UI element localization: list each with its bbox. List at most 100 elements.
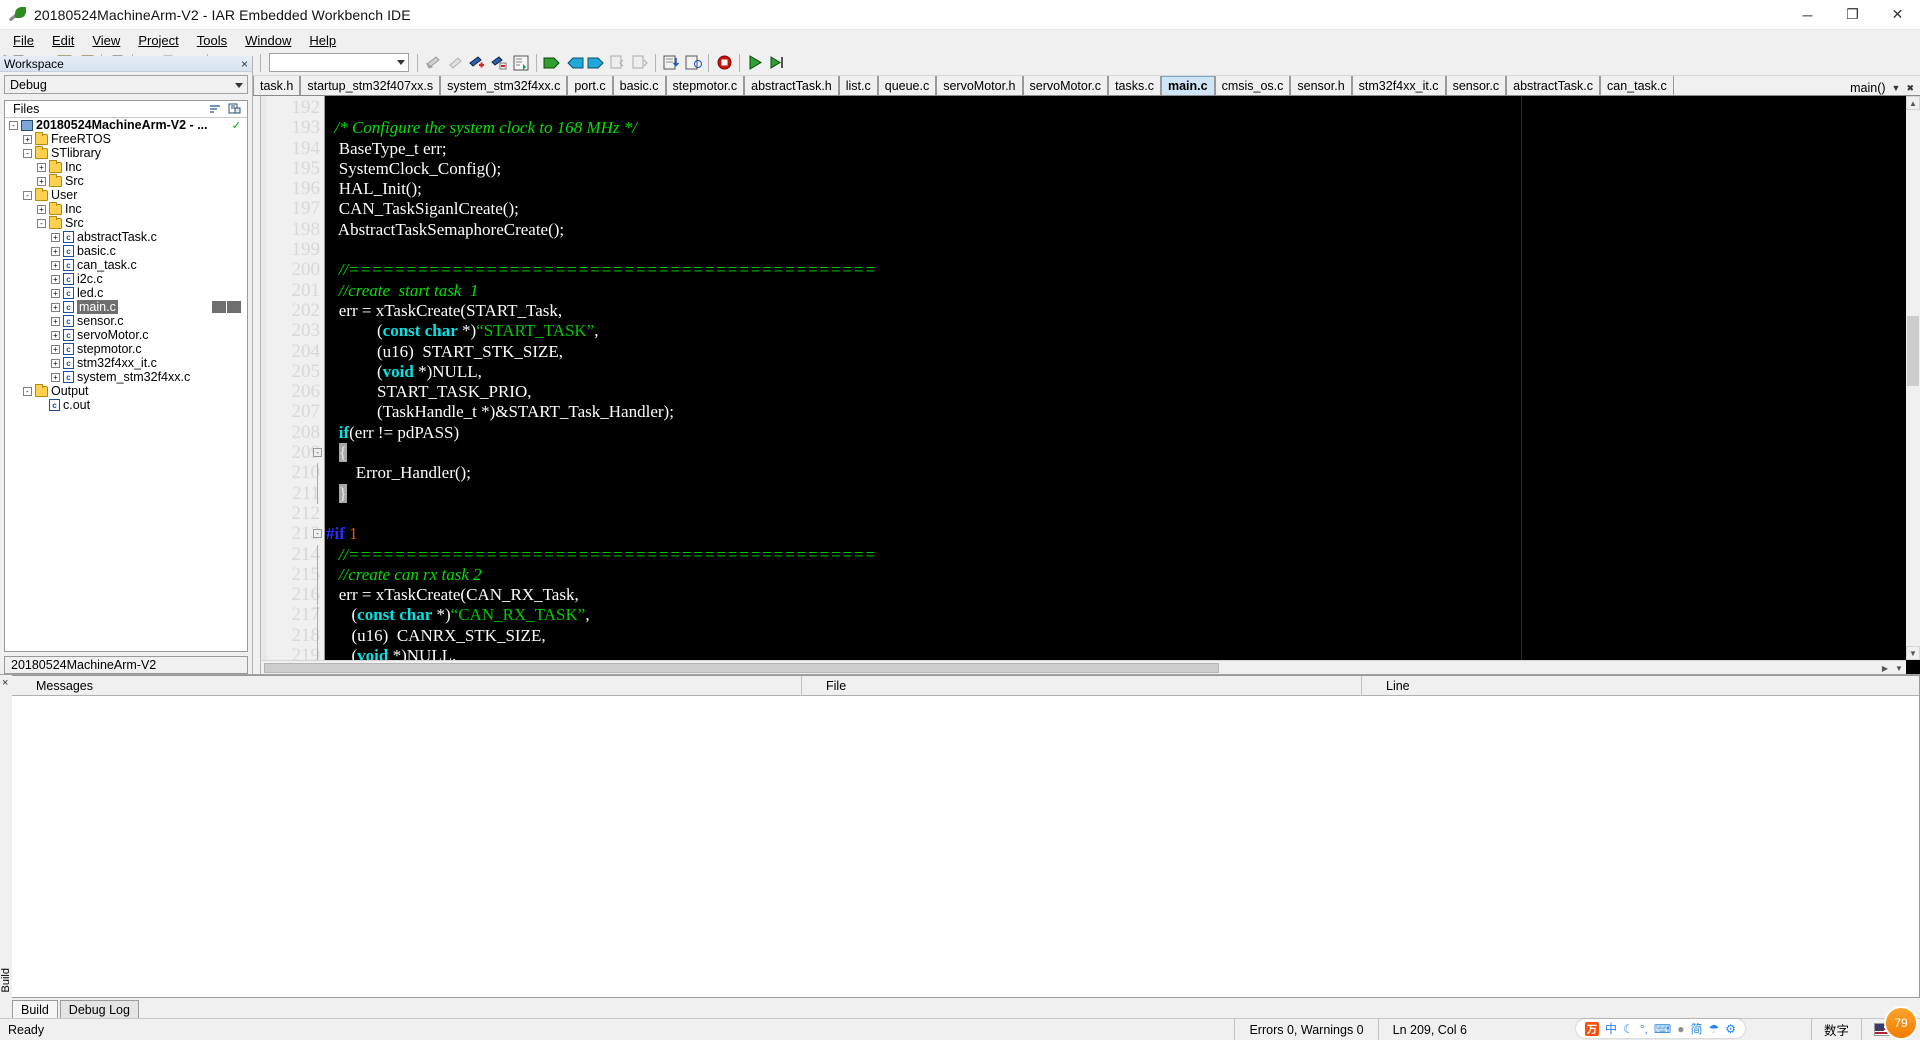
close-icon[interactable]: ✖ <box>1906 83 1914 94</box>
expand-toggle-icon[interactable]: + <box>51 232 60 242</box>
simplified-chinese-icon[interactable]: 简 <box>1690 1020 1702 1037</box>
tree-item-inc[interactable]: + Inc <box>5 159 247 174</box>
column-header-line[interactable]: Line <box>1362 676 1522 696</box>
chevron-down-icon[interactable] <box>397 60 405 65</box>
navigate-backward-icon[interactable] <box>563 52 585 74</box>
expand-toggle-icon[interactable]: + <box>23 134 32 144</box>
menu-edit[interactable]: Edit <box>43 31 83 50</box>
editor-tab-tasks-c[interactable]: tasks.c <box>1108 76 1161 95</box>
fold-collapse-icon[interactable]: - <box>313 529 322 539</box>
close-icon[interactable]: × <box>241 57 248 71</box>
make-icon[interactable] <box>541 52 563 74</box>
editor-tab-servomotor-h[interactable]: servoMotor.h <box>936 76 1023 95</box>
menu-view[interactable]: View <box>83 31 129 50</box>
editor-tab-stepmotor-c[interactable]: stepmotor.c <box>665 76 745 95</box>
moon-icon[interactable]: ☾ <box>1623 1022 1634 1036</box>
menu-project[interactable]: Project <box>129 31 187 50</box>
tree-item-abstracttask-c[interactable]: + c abstractTask.c <box>5 230 247 244</box>
project-tree[interactable]: Files - 20180524MachineArm-V2 - ... ✓ + Free… <box>4 100 248 652</box>
tree-item-inc[interactable]: + Inc <box>5 201 247 216</box>
tree-item-i2c-c[interactable]: + c i2c.c <box>5 272 247 286</box>
scroll-up-icon[interactable]: ▲ <box>1906 96 1920 110</box>
tree-item-stepmotor-c[interactable]: + c stepmotor.c <box>5 342 247 356</box>
punctuation-icon[interactable]: °, <box>1640 1022 1648 1036</box>
column-header-file[interactable]: File <box>802 675 1362 696</box>
menu-file[interactable]: File <box>4 31 43 50</box>
expand-toggle-icon[interactable]: + <box>51 358 60 368</box>
chevron-down-icon[interactable] <box>235 83 243 88</box>
tree-item-output[interactable]: - Output <box>5 383 247 398</box>
skin-icon[interactable]: ☂ <box>1708 1022 1719 1036</box>
horizontal-scroll-thumb[interactable] <box>264 663 1219 673</box>
chevron-down-icon[interactable]: ▼ <box>1892 83 1901 93</box>
fold-collapse-icon[interactable]: - <box>313 448 322 458</box>
editor-horizontal-scrollbar[interactable]: ◀ ▶ ▼ <box>261 660 1906 674</box>
tree-item-20180524machinearm-v2-[interactable]: - 20180524MachineArm-V2 - ... ✓ <box>5 118 247 132</box>
collapse-toggle-icon[interactable]: - <box>23 190 32 200</box>
tree-item-c-out[interactable]: c c.out <box>5 398 247 412</box>
ime-language-bar[interactable]: 万 中 ☾ °, ⌨ ● 简 ☂ ⚙ <box>1575 1019 1745 1038</box>
debug-without-download-icon[interactable] <box>682 52 704 74</box>
compile-icon[interactable] <box>510 52 532 74</box>
editor-tab-cmsis-os-c[interactable]: cmsis_os.c <box>1214 76 1291 95</box>
debug-download-icon[interactable] <box>660 52 682 74</box>
tree-item-system-stm32f4xx-c[interactable]: + c system_stm32f4xx.c <box>5 370 247 384</box>
settings-gear-icon[interactable]: ⚙ <box>1725 1022 1736 1036</box>
sort-icon[interactable] <box>209 103 221 115</box>
expand-toggle-icon[interactable]: + <box>51 372 60 382</box>
expand-toggle-icon[interactable]: + <box>37 162 46 172</box>
bookmark-next-icon[interactable] <box>444 52 466 74</box>
step-icon[interactable] <box>766 52 788 74</box>
editor-tab-abstracttask-c[interactable]: abstractTask.c <box>1506 76 1601 95</box>
menu-help[interactable]: Help <box>300 31 345 50</box>
editor-tab-servomotor-c[interactable]: servoMotor.c <box>1022 76 1109 95</box>
notification-badge[interactable]: 79 <box>1884 1006 1918 1040</box>
tree-item-src[interactable]: + Src <box>5 173 247 188</box>
tree-item-led-c[interactable]: + c led.c <box>5 286 247 300</box>
column-header-messages[interactable]: Messages <box>12 675 802 696</box>
navigate-forward-icon[interactable] <box>585 52 607 74</box>
tree-item-stm32f4xx-it-c[interactable]: + c stm32f4xx_it.c <box>5 356 247 370</box>
editor-tab-queue-c[interactable]: queue.c <box>877 76 937 95</box>
tree-item-freertos[interactable]: + FreeRTOS <box>5 131 247 146</box>
expand-toggle-icon[interactable]: + <box>51 344 60 354</box>
expand-toggle-icon[interactable]: + <box>51 330 60 340</box>
expand-toggle-icon[interactable]: + <box>51 246 60 256</box>
find-previous-icon[interactable] <box>607 52 629 74</box>
find-next-icon[interactable] <box>629 52 651 74</box>
tree-item-user[interactable]: - User <box>5 187 247 202</box>
soft-keyboard-icon[interactable]: ⌨ <box>1654 1022 1671 1036</box>
editor-tab-startup-stm32f407xx-s[interactable]: startup_stm32f407xx.s <box>300 76 441 95</box>
quick-search-field[interactable] <box>270 55 395 70</box>
scroll-end-icon[interactable]: ▼ <box>1892 661 1906 675</box>
editor-tab-sensor-c[interactable]: sensor.c <box>1445 76 1507 95</box>
expand-toggle-icon[interactable]: + <box>51 316 60 326</box>
editor-tab-system-stm32f4xx-c[interactable]: system_stm32f4xx.c <box>440 76 568 95</box>
tree-item-main-c[interactable]: + c main.c <box>5 300 247 314</box>
ime-logo-icon[interactable]: 万 <box>1584 1021 1599 1036</box>
build-message-grid[interactable]: Messages File Line <box>12 675 1920 998</box>
bookmark-toggle-icon[interactable] <box>422 52 444 74</box>
tab-build[interactable]: Build <box>12 1000 58 1018</box>
expand-toggle-icon[interactable]: + <box>37 204 46 214</box>
tab-debug-log[interactable]: Debug Log <box>59 1000 139 1018</box>
build-configuration-select[interactable]: Debug <box>4 75 248 94</box>
tree-item-basic-c[interactable]: + c basic.c <box>5 244 247 258</box>
tree-item-stlibrary[interactable]: - STlibrary <box>5 145 247 160</box>
expand-toggle-icon[interactable]: + <box>51 260 60 270</box>
quick-search-input[interactable] <box>269 53 409 72</box>
build-pane-tabs[interactable]: Build Debug Log <box>12 998 141 1018</box>
code-folding-column[interactable]: -- <box>311 96 325 687</box>
close-button[interactable]: ✕ <box>1875 0 1920 30</box>
editor-vertical-scrollbar[interactable]: ▲ ▼ <box>1906 96 1920 660</box>
editor-tab-sensor-h[interactable]: sensor.h <box>1290 76 1352 95</box>
editor-tab-can-task-c[interactable]: can_task.c <box>1600 76 1674 95</box>
menu-window[interactable]: Window <box>236 31 300 50</box>
close-icon[interactable]: × <box>2 677 8 689</box>
stop-build-icon[interactable] <box>713 52 735 74</box>
editor-tab-basic-c[interactable]: basic.c <box>612 76 666 95</box>
scroll-right-icon[interactable]: ▶ <box>1878 661 1892 675</box>
expand-toggle-icon[interactable]: + <box>51 288 60 298</box>
vertical-scroll-thumb[interactable] <box>1907 316 1919 386</box>
collapse-toggle-icon[interactable]: - <box>23 386 32 396</box>
